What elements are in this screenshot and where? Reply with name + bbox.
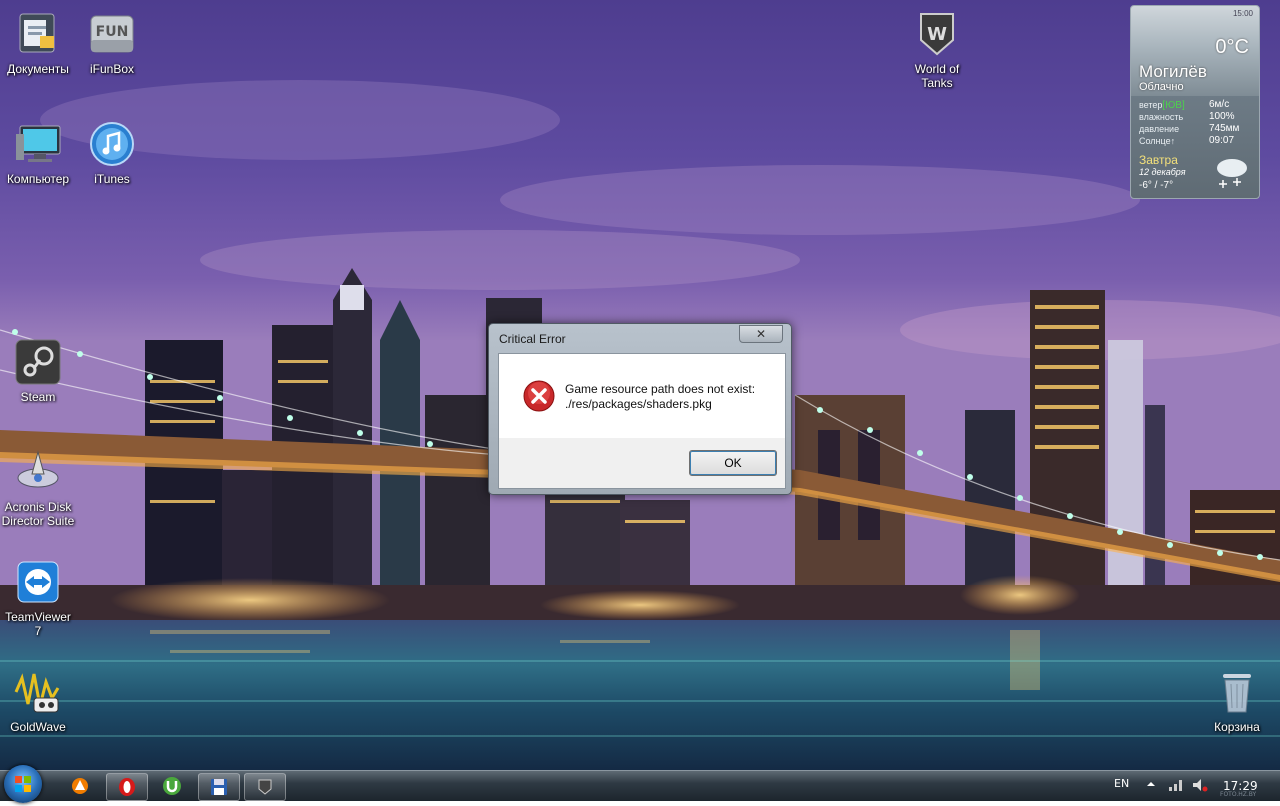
desktop-icon-label: Компьютер (6, 172, 70, 186)
desktop-icon-computer[interactable]: Компьютер (0, 118, 76, 186)
taskbar-utorrent[interactable] (152, 773, 192, 799)
weather-row-humidity: влажность 100% (1139, 111, 1253, 123)
weather-row-value: 100% (1209, 111, 1235, 122)
weather-row-wind: ветер[ЮВ] 6м/с (1139, 99, 1253, 111)
desktop-icon-label-line1: Acronis Disk (4, 500, 72, 514)
weather-row-pressure: давление 745мм (1139, 123, 1253, 135)
weather-row-label: ветер[ЮВ] (1139, 99, 1185, 111)
documents-folder-icon (12, 8, 64, 60)
weather-time: 15:00 (1232, 9, 1253, 18)
show-hidden-icons-arrow-icon[interactable] (1146, 778, 1156, 792)
desktop-icon-label: Документы (7, 62, 69, 76)
close-icon: ✕ (755, 327, 767, 341)
desktop-icon-label-line2: Tanks (921, 76, 953, 90)
watermark-text: FOTO.HZ.BY (1220, 791, 1257, 798)
critical-error-dialog[interactable]: Critical Error ✕ Game resource path does… (488, 323, 792, 495)
acronis-icon (12, 446, 64, 498)
computer-icon (12, 118, 64, 170)
ifunbox-icon: FUN (86, 8, 138, 60)
desktop-icon-steam[interactable]: Steam (0, 336, 76, 404)
weather-tomorrow-range: -6° / -7° (1139, 180, 1174, 191)
utorrent-icon (163, 777, 181, 795)
desktop-icon-label-line1: TeamViewer (5, 610, 71, 624)
wind-label: ветер (1139, 100, 1163, 110)
start-button[interactable] (4, 765, 42, 803)
desktop-icon-label: Steam (20, 390, 56, 404)
desktop-icon-label-line2: 7 (34, 624, 42, 638)
windows-logo-icon (15, 776, 31, 792)
weather-row-value: 745мм (1209, 123, 1240, 134)
dialog-message-line2: ./res/packages/shaders.pkg (565, 397, 712, 411)
error-icon (523, 380, 555, 415)
teamviewer-icon (12, 556, 64, 608)
desktop-icon-teamviewer[interactable]: TeamViewer 7 (0, 556, 76, 638)
dialog-client-area: Game resource path does not exist: ./res… (498, 353, 786, 489)
language-indicator[interactable]: EN (1114, 777, 1129, 790)
weather-gadget[interactable]: 15:00 0°C Могилёв Облачно ветер[ЮВ] 6м/с… (1130, 5, 1260, 199)
desktop-icon-label: Корзина (1214, 720, 1260, 734)
weather-row-label: давление (1139, 124, 1180, 134)
dialog-title: Critical Error (499, 332, 566, 346)
weather-row-label: влажность (1139, 112, 1184, 122)
desktop-icon-ifunbox[interactable]: FUN iFunBox (74, 8, 150, 76)
weather-city: Могилёв (1139, 62, 1207, 81)
taskbar-world-of-tanks[interactable] (244, 773, 286, 801)
opera-icon (119, 778, 135, 796)
recycle-bin-icon (1211, 666, 1263, 718)
ok-button[interactable]: OK (689, 450, 777, 476)
desktop-icon-recycle-bin[interactable]: Корзина (1199, 666, 1275, 734)
dialog-message-line1: Game resource path does not exist: (565, 382, 756, 396)
weather-tomorrow-date: 12 декабря (1139, 167, 1186, 177)
save-floppy-icon (211, 779, 227, 795)
wind-direction: [ЮВ] (1162, 100, 1185, 111)
snow-cloud-icon (1213, 154, 1251, 195)
taskbar-avast[interactable] (60, 773, 100, 799)
taskbar-opera[interactable] (106, 773, 148, 801)
weather-row-sunrise: Солнце↑ 09:07 (1139, 135, 1253, 147)
ifunbox-badge: FUN (96, 24, 129, 40)
taskbar-save[interactable] (198, 773, 240, 801)
desktop-icon-label-line2: Director Suite (1, 514, 75, 528)
steam-icon (12, 336, 64, 388)
desktop-icon-world-of-tanks[interactable]: W World of Tanks (899, 8, 975, 90)
desktop-icon-documents[interactable]: Документы (0, 8, 76, 76)
world-of-tanks-badge: W (927, 24, 947, 45)
world-of-tanks-taskbar-icon (258, 779, 272, 795)
network-icon[interactable] (1168, 778, 1184, 795)
itunes-icon (86, 118, 138, 170)
avast-icon (72, 778, 88, 794)
weather-details: ветер[ЮВ] 6м/с влажность 100% давление 7… (1139, 99, 1253, 147)
desktop-icon-acronis[interactable]: Acronis Disk Director Suite (0, 446, 76, 528)
dialog-message-area: Game resource path does not exist: ./res… (499, 354, 785, 438)
weather-row-label: Солнце↑ (1139, 136, 1176, 146)
weather-row-value: 6м/с (1209, 99, 1230, 110)
desktop-icon-label: iFunBox (89, 62, 135, 76)
desktop-icon-label-line1: World of (914, 62, 960, 76)
volume-icon[interactable] (1192, 778, 1208, 795)
desktop-icon-label: GoldWave (10, 720, 66, 734)
weather-row-value: 09:07 (1209, 135, 1235, 146)
dialog-titlebar[interactable]: Critical Error ✕ (489, 324, 791, 352)
world-of-tanks-icon: W (911, 8, 963, 60)
weather-tomorrow-label: Завтра (1139, 153, 1178, 167)
desktop-icon-itunes[interactable]: iTunes (74, 118, 150, 186)
goldwave-icon (12, 666, 64, 718)
desktop-icon-goldwave[interactable]: GoldWave (0, 666, 76, 734)
weather-condition: Облачно (1139, 81, 1184, 93)
weather-temperature: 0°C (1215, 36, 1249, 58)
taskbar: EN 17:29 FOTO.HZ.BY (0, 765, 1280, 803)
dialog-close-button[interactable]: ✕ (739, 325, 783, 343)
desktop-icon-label: iTunes (94, 172, 130, 186)
